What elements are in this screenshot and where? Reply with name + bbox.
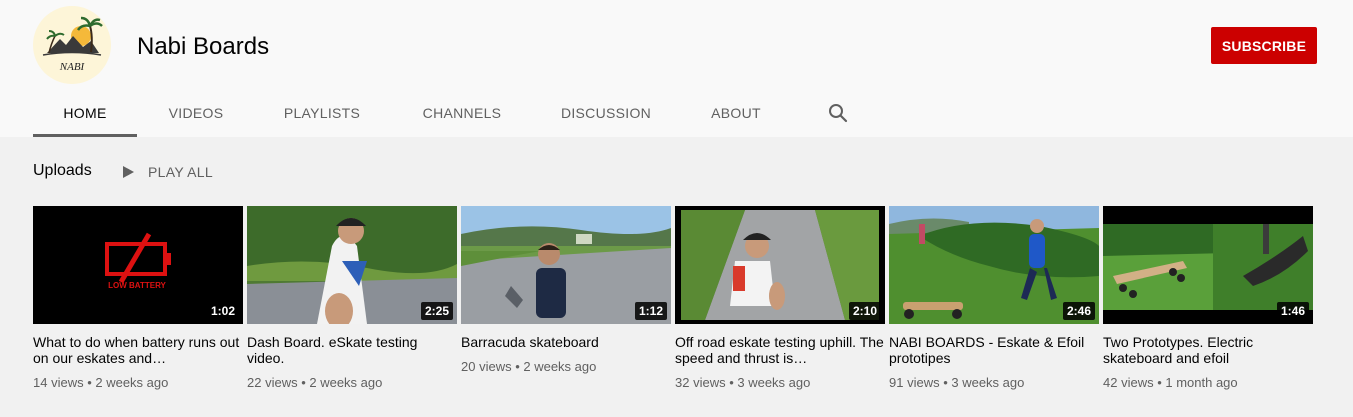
- upload-age: 2 weeks ago: [309, 375, 383, 390]
- video-card[interactable]: 1:46 Two Prototypes. Electric skateboard…: [1103, 206, 1313, 390]
- duration-badge: 2:46: [1062, 302, 1095, 320]
- upload-age: 2 weeks ago: [523, 359, 597, 374]
- view-count: 91 views: [889, 375, 940, 390]
- tab-about[interactable]: ABOUT: [695, 89, 777, 137]
- channel-logo: NABI: [42, 16, 103, 73]
- thumb-caption: LOW BATTERY: [108, 281, 166, 290]
- view-count: 20 views: [461, 359, 512, 374]
- video-card[interactable]: 2:46 NABI BOARDS - Eskate & Efoil protot…: [889, 206, 1099, 390]
- video-thumbnail[interactable]: 2:46: [889, 206, 1099, 324]
- video-meta: 32 views • 3 weeks ago: [675, 375, 811, 390]
- video-thumbnail[interactable]: 1:46: [1103, 206, 1313, 324]
- subscribe-button[interactable]: SUBSCRIBE: [1211, 27, 1317, 64]
- video-meta: 20 views • 2 weeks ago: [461, 359, 597, 374]
- upload-age: 3 weeks ago: [951, 375, 1025, 390]
- video-card[interactable]: LOW BATTERY 1:02 What to do when battery…: [33, 206, 243, 390]
- video-thumbnail[interactable]: 1:12: [461, 206, 671, 324]
- view-count: 32 views: [675, 375, 726, 390]
- uploads-heading: Uploads: [33, 162, 92, 179]
- play-icon: [123, 166, 134, 178]
- video-thumbnail[interactable]: 2:25: [247, 206, 457, 324]
- tab-playlists[interactable]: PLAYLISTS: [269, 89, 375, 137]
- duration-badge: 2:25: [420, 302, 453, 320]
- video-card[interactable]: 1:12 Barracuda skateboard 20 views • 2 w…: [461, 206, 671, 374]
- video-title[interactable]: Two Prototypes. Electric skateboard and …: [1103, 334, 1313, 366]
- video-meta: 42 views • 1 month ago: [1103, 375, 1238, 390]
- play-all-label: PLAY ALL: [148, 164, 213, 180]
- video-title[interactable]: What to do when battery runs out on our …: [33, 334, 243, 366]
- channel-avatar[interactable]: NABI: [33, 6, 111, 84]
- search-icon[interactable]: [826, 101, 850, 125]
- view-count: 22 views: [247, 375, 298, 390]
- video-title[interactable]: Off road eskate testing uphill. The spee…: [675, 334, 885, 366]
- channel-name: Nabi Boards: [137, 33, 270, 60]
- upload-age: 1 month ago: [1165, 375, 1238, 390]
- tab-videos[interactable]: VIDEOS: [157, 89, 235, 137]
- video-meta: 14 views • 2 weeks ago: [33, 375, 169, 390]
- duration-badge: 1:12: [634, 302, 667, 320]
- video-title[interactable]: Barracuda skateboard: [461, 334, 671, 350]
- tab-channels[interactable]: CHANNELS: [407, 89, 517, 137]
- video-card[interactable]: 2:25 Dash Board. eSkate testing video. 2…: [247, 206, 457, 390]
- duration-badge: 1:46: [1276, 302, 1309, 320]
- video-title[interactable]: NABI BOARDS - Eskate & Efoil prototipes: [889, 334, 1099, 366]
- avatar-text: NABI: [59, 61, 86, 73]
- upload-age: 3 weeks ago: [737, 375, 811, 390]
- view-count: 14 views: [33, 375, 84, 390]
- duration-badge: 1:02: [206, 302, 239, 320]
- video-title[interactable]: Dash Board. eSkate testing video.: [247, 334, 457, 366]
- video-meta: 91 views • 3 weeks ago: [889, 375, 1025, 390]
- video-thumbnail[interactable]: 2:10: [675, 206, 885, 324]
- view-count: 42 views: [1103, 375, 1154, 390]
- channel-header: NABI Nabi Boards SUBSCRIBE HOME VIDEOS P…: [0, 0, 1353, 137]
- video-thumbnail[interactable]: LOW BATTERY 1:02: [33, 206, 243, 324]
- duration-badge: 2:10: [848, 302, 881, 320]
- tab-home[interactable]: HOME: [33, 89, 137, 137]
- play-all-button[interactable]: PLAY ALL: [120, 162, 213, 182]
- tab-discussion[interactable]: DISCUSSION: [548, 89, 664, 137]
- video-card[interactable]: 2:10 Off road eskate testing uphill. The…: [675, 206, 885, 390]
- upload-age: 2 weeks ago: [95, 375, 169, 390]
- video-meta: 22 views • 2 weeks ago: [247, 375, 383, 390]
